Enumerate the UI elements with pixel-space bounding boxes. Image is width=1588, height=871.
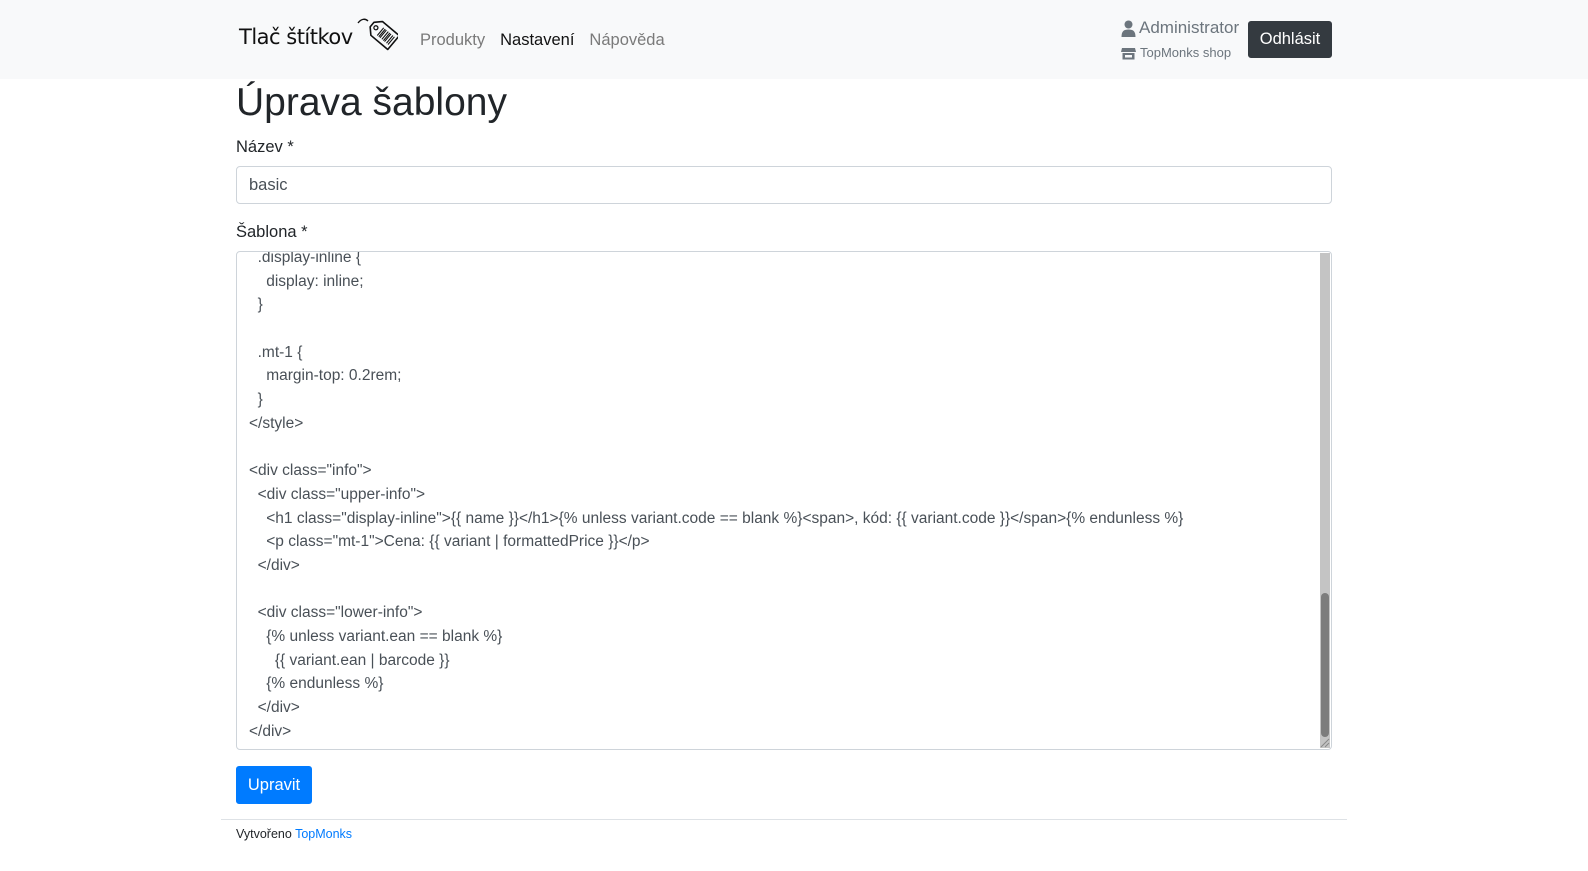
- store-icon: [1121, 47, 1136, 59]
- user-icon: [1121, 20, 1136, 37]
- logout-button[interactable]: Odhlásit: [1248, 21, 1332, 58]
- code-line: margin-top: 0.2rem;: [249, 367, 402, 385]
- user-info: Administrator TopMonks shop: [1121, 17, 1241, 62]
- nav-item-nastaveni[interactable]: Nastavení: [500, 30, 582, 50]
- shop-name: TopMonks shop: [1140, 45, 1232, 60]
- code-line: .mt-1 {: [249, 343, 303, 361]
- nav-item-produkty[interactable]: Produkty: [420, 30, 493, 50]
- code-line: }: [249, 391, 263, 409]
- user-row: Administrator: [1121, 17, 1241, 39]
- code-line: {% endunless %}: [249, 675, 384, 693]
- code-line: display: inline;: [249, 272, 364, 290]
- user-name: Administrator: [1139, 18, 1240, 37]
- footer: Vytvořeno TopMonks: [236, 826, 352, 842]
- template-textarea[interactable]: .display-inline { display: inline; } .mt…: [236, 251, 1332, 750]
- resize-handle-icon[interactable]: [1319, 737, 1330, 748]
- name-input[interactable]: [236, 166, 1332, 204]
- template-code[interactable]: .display-inline { display: inline; } .mt…: [249, 251, 1309, 743]
- code-line: </div>: [249, 722, 292, 740]
- scrollbar-thumb[interactable]: [1321, 593, 1329, 737]
- shop-row: TopMonks shop: [1121, 44, 1241, 62]
- code-line: </div>: [249, 556, 300, 574]
- code-line: <div class="info">: [249, 462, 372, 480]
- code-line: }: [249, 296, 263, 314]
- main-nav: Produkty Nastavení Nápověda: [420, 30, 680, 50]
- code-line: .display-inline {: [249, 251, 362, 266]
- code-line: <div class="upper-info">: [249, 485, 426, 503]
- submit-button[interactable]: Upravit: [236, 766, 312, 804]
- code-line: {% unless variant.ean == blank %}: [249, 628, 503, 645]
- footer-divider: [221, 819, 1347, 820]
- code-line: <p class="mt-1">Cena: {{ variant | forma…: [249, 533, 650, 551]
- page-title: Úprava šablony: [236, 81, 507, 124]
- nav-item-napoveda[interactable]: Nápověda: [589, 30, 672, 50]
- code-line: </div>: [249, 699, 300, 717]
- footer-topmonks-link[interactable]: TopMonks: [295, 827, 352, 841]
- template-label: Šablona *: [236, 223, 308, 241]
- name-label: Název *: [236, 138, 294, 156]
- footer-prefix: Vytvořeno: [236, 827, 292, 841]
- price-tag-barcode-icon: [357, 18, 398, 51]
- navbar: Tlač štítkov Produkty Nastavení Nápověda…: [0, 0, 1588, 79]
- brand-title: Tlač štítkov: [239, 25, 353, 49]
- brand-link[interactable]: Tlač štítkov: [239, 14, 398, 60]
- code-line: <h1 class="display-inline">{{ name }}</h…: [249, 509, 1184, 527]
- code-line: </style>: [249, 414, 304, 432]
- code-line: <div class="lower-info">: [249, 604, 423, 622]
- code-line: {{ variant.ean | barcode }}: [249, 651, 450, 669]
- textarea-scrollbar[interactable]: [1320, 253, 1330, 748]
